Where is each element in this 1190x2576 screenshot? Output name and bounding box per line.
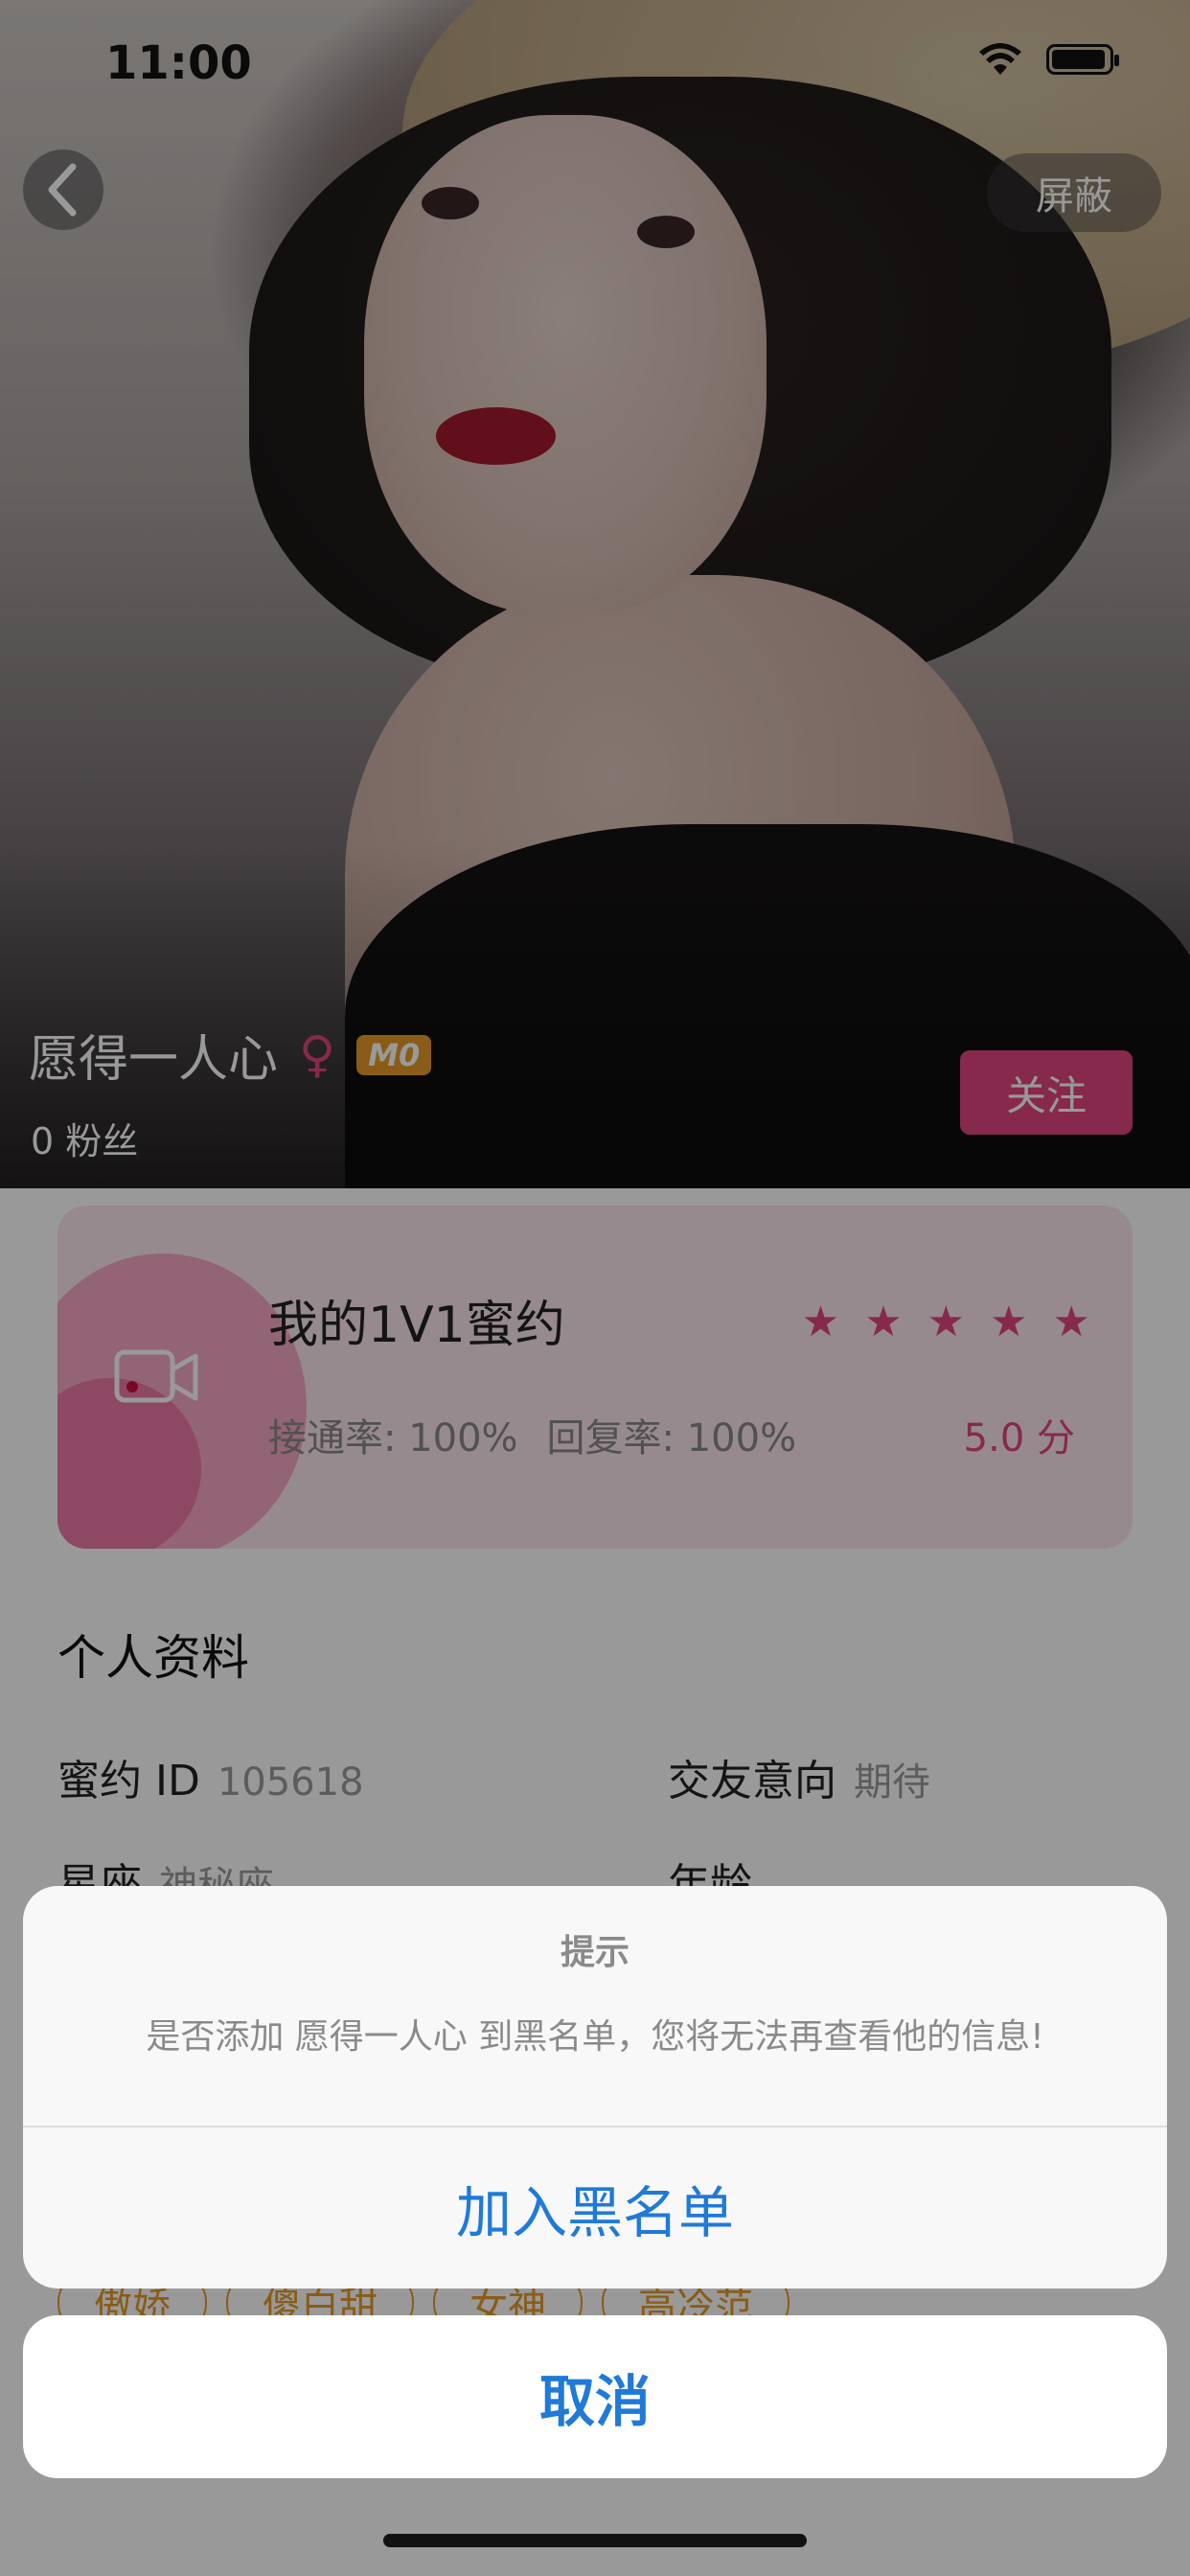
- sheet-message: 是否添加 愿得一人心 到黑名单，您将无法再查看他的信息!: [146, 2017, 1044, 2057]
- home-indicator: [383, 2534, 807, 2547]
- sheet-title: 提示: [560, 1933, 629, 1972]
- cancel-button[interactable]: 取消: [23, 2315, 1167, 2478]
- action-sheet: 提示 是否添加 愿得一人心 到黑名单，您将无法再查看他的信息! 加入黑名单: [23, 1886, 1167, 2288]
- add-to-blacklist-button[interactable]: 加入黑名单: [23, 2128, 1167, 2288]
